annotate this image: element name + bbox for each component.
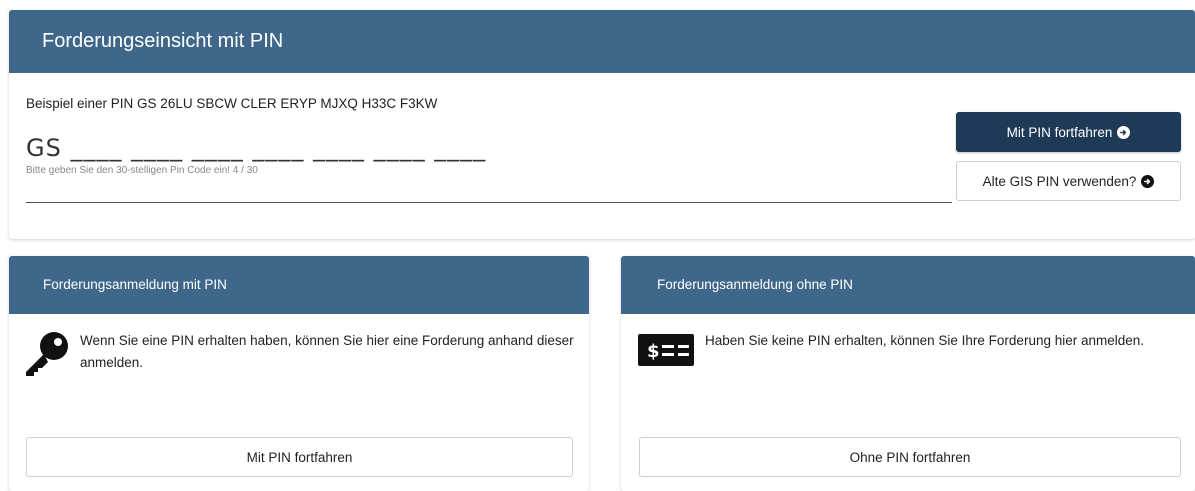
key-icon: [23, 330, 71, 383]
continue-without-pin-button[interactable]: Ohne PIN fortfahren: [639, 437, 1181, 477]
card-claim-with-pin: Forderungsanmeldung mit PIN Wenn Sie ein…: [9, 256, 589, 491]
card-title: Forderungsanmeldung ohne PIN: [657, 277, 853, 292]
continue-with-pin-card-button[interactable]: Mit PIN fortfahren: [26, 437, 573, 477]
money-check-icon: $: [638, 334, 694, 371]
card-header: Forderungsanmeldung mit PIN: [9, 256, 589, 314]
card-description: Wenn Sie eine PIN erhalten haben, können…: [80, 333, 574, 370]
arrow-circle-right-icon: [1141, 174, 1155, 188]
pin-card: Forderungseinsicht mit PIN Beispiel eine…: [9, 10, 1195, 239]
pin-hint: Bitte geben Sie den 30-stelligen Pin Cod…: [26, 165, 258, 176]
continue-with-pin-button[interactable]: Mit PIN fortfahren: [956, 112, 1181, 152]
use-old-gis-pin-label: Alte GIS PIN verwenden?: [982, 173, 1137, 189]
button-label: Ohne PIN fortfahren: [849, 449, 971, 465]
card-header: Forderungsanmeldung ohne PIN: [621, 256, 1195, 314]
continue-with-pin-label: Mit PIN fortfahren: [1006, 124, 1113, 140]
arrow-circle-right-icon: [1117, 125, 1131, 139]
use-old-gis-pin-button[interactable]: Alte GIS PIN verwenden?: [956, 161, 1181, 201]
pin-input[interactable]: GS ____ ____ ____ ____ ____ ____ ____: [26, 134, 486, 162]
pin-card-header: Forderungseinsicht mit PIN: [9, 10, 1195, 73]
svg-text:$: $: [647, 341, 660, 362]
pin-example-text: Beispiel einer PIN GS 26LU SBCW CLER ERY…: [26, 96, 438, 111]
page-title: Forderungseinsicht mit PIN: [42, 30, 284, 52]
card-description: Haben Sie keine PIN erhalten, können Sie…: [705, 333, 1145, 348]
pin-input-underline: [26, 202, 952, 203]
card-claim-without-pin: Forderungsanmeldung ohne PIN $ Haben Sie…: [621, 256, 1195, 491]
card-title: Forderungsanmeldung mit PIN: [43, 277, 227, 292]
button-label: Mit PIN fortfahren: [246, 449, 353, 465]
